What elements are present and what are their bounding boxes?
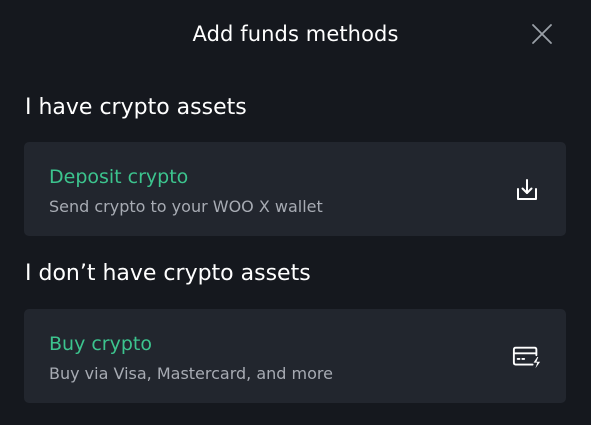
section-title-no-crypto: I don’t have crypto assets <box>25 261 311 286</box>
option-subtitle: Send crypto to your WOO X wallet <box>49 197 323 216</box>
close-icon <box>532 24 552 44</box>
section-title-have-crypto: I have crypto assets <box>25 95 247 120</box>
option-title: Buy crypto <box>49 333 152 355</box>
deposit-crypto-option[interactable]: Deposit crypto Send crypto to your WOO X… <box>24 142 566 236</box>
option-subtitle: Buy via Visa, Mastercard, and more <box>49 364 333 383</box>
close-button[interactable] <box>524 16 560 52</box>
buy-crypto-option[interactable]: Buy crypto Buy via Visa, Mastercard, and… <box>24 309 566 403</box>
option-title: Deposit crypto <box>49 166 189 188</box>
card-flash-icon <box>512 342 542 372</box>
sheet-title: Add funds methods <box>192 22 399 46</box>
download-icon <box>512 175 542 205</box>
add-funds-sheet: Add funds methods I have crypto assets D… <box>0 0 591 425</box>
sheet-header: Add funds methods <box>0 0 591 72</box>
